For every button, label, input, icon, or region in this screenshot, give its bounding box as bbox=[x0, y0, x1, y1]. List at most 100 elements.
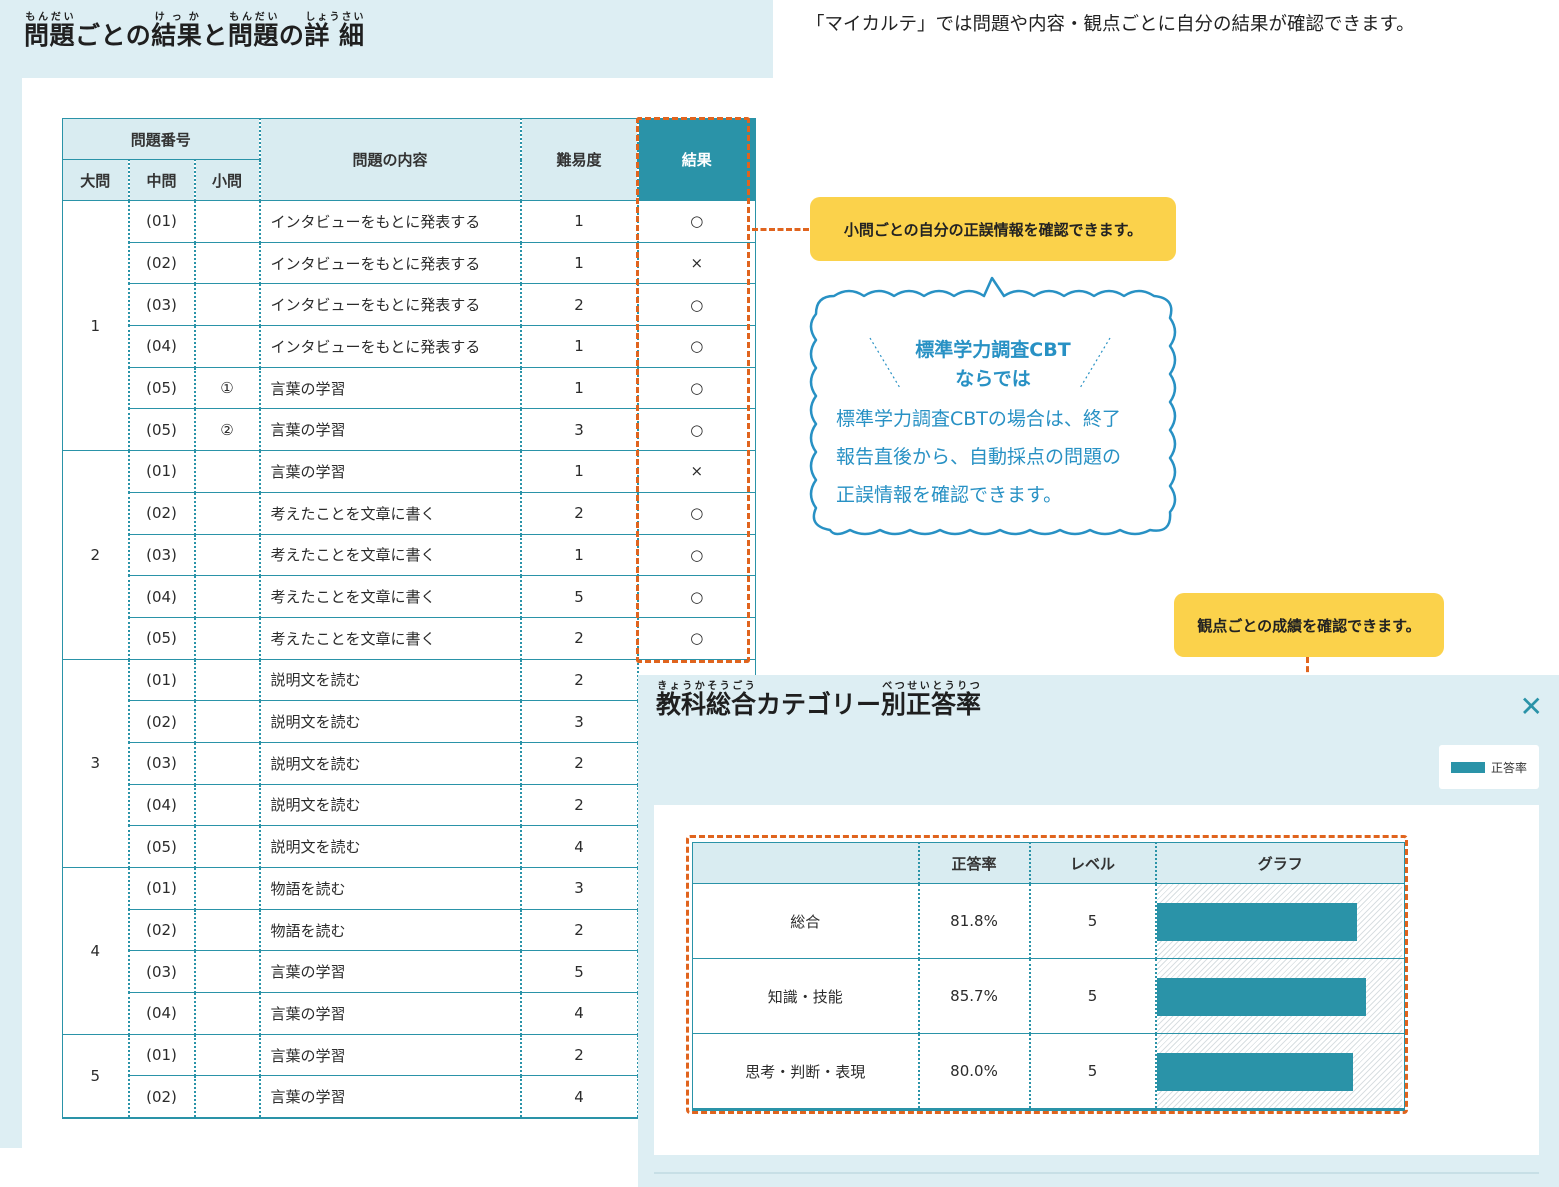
large-question-number: 5 bbox=[62, 1034, 130, 1119]
result-mark: × bbox=[637, 242, 756, 285]
table-row: (05) ② 言葉の学習 3 ○ bbox=[63, 408, 756, 452]
difficulty-value: 2 bbox=[520, 659, 639, 702]
header-question-number: 問題番号 bbox=[62, 118, 261, 160]
medium-question-number: (04) bbox=[128, 784, 196, 827]
result-mark: ○ bbox=[637, 408, 756, 452]
table-row: 思考・判断・表現 80.0% 5 bbox=[692, 1033, 1405, 1110]
graph-cell bbox=[1155, 1033, 1405, 1110]
medium-question-number: (03) bbox=[128, 283, 196, 327]
cloud-body-line: 標準学力調査CBTの場合は、終了 bbox=[836, 408, 1121, 430]
rate-value: 85.7% bbox=[918, 958, 1031, 1034]
difficulty-value: 5 bbox=[520, 950, 639, 994]
callout-connector bbox=[752, 228, 809, 231]
title-word: 問題もんだい bbox=[227, 12, 279, 50]
cloud-body-line: 正誤情報を確認できます。 bbox=[836, 484, 1063, 506]
difficulty-value: 1 bbox=[520, 534, 639, 577]
small-question-number bbox=[194, 242, 261, 285]
difficulty-value: 4 bbox=[520, 1075, 639, 1119]
small-question-number bbox=[194, 742, 261, 785]
medium-question-number: (05) bbox=[128, 408, 196, 452]
question-content: 考えたことを文章に書く bbox=[259, 492, 522, 535]
bar-track bbox=[1156, 1034, 1402, 1108]
small-question-number bbox=[194, 617, 261, 660]
large-question-number: 3 bbox=[62, 659, 130, 869]
difficulty-value: 1 bbox=[520, 242, 639, 285]
header-result: 結果 bbox=[637, 118, 756, 201]
header-small: 小問 bbox=[194, 159, 261, 201]
question-content: 説明文を読む bbox=[259, 742, 522, 785]
question-content: 物語を読む bbox=[259, 909, 522, 952]
small-question-number bbox=[194, 950, 261, 994]
level-value: 5 bbox=[1029, 958, 1157, 1034]
title-word: ごとの bbox=[75, 21, 152, 50]
question-content: 説明文を読む bbox=[259, 825, 522, 868]
difficulty-value: 2 bbox=[520, 909, 639, 952]
ptitle-word: 教科総合きょうかそうごう bbox=[656, 681, 757, 719]
small-question-number bbox=[194, 325, 261, 368]
table-row: 総合 81.8% 5 bbox=[692, 883, 1405, 959]
question-content: 言葉の学習 bbox=[259, 950, 522, 994]
cloud-body: 標準学力調査CBTの場合は、終了 報告直後から、自動採点の問題の 正誤情報を確認… bbox=[836, 400, 1156, 514]
question-content: 言葉の学習 bbox=[259, 1075, 522, 1119]
medium-question-number: (03) bbox=[128, 742, 196, 785]
question-content: 説明文を読む bbox=[259, 700, 522, 743]
table-row: (04) 考えたことを文章に書く 5 ○ bbox=[63, 575, 756, 618]
difficulty-value: 5 bbox=[520, 575, 639, 618]
medium-question-number: (01) bbox=[128, 450, 196, 493]
category-name: 知識・技能 bbox=[692, 958, 920, 1034]
large-question-number: 1 bbox=[62, 200, 130, 452]
difficulty-value: 1 bbox=[520, 367, 639, 410]
difficulty-value: 2 bbox=[520, 784, 639, 827]
difficulty-value: 3 bbox=[520, 700, 639, 743]
result-mark: ○ bbox=[637, 367, 756, 410]
small-question-number bbox=[194, 784, 261, 827]
small-question-number bbox=[194, 492, 261, 535]
result-mark: ○ bbox=[637, 575, 756, 618]
title-word: 結果けっか bbox=[151, 12, 203, 50]
category-name: 総合 bbox=[692, 883, 920, 959]
bar-track bbox=[1156, 959, 1402, 1033]
popup-title: 教科総合きょうかそうごうカテゴリー別べつ正答率せいとうりつ bbox=[656, 681, 981, 720]
intro-caption: 「マイカルテ」では問題や内容・観点ごとに自分の結果が確認できます。 bbox=[806, 14, 1415, 35]
callout-small-question: 小問ごとの自分の正誤情報を確認できます。 bbox=[810, 197, 1176, 261]
callout-perspective: 観点ごとの成績を確認できます。 bbox=[1174, 593, 1444, 657]
table-row: 2 (01) 言葉の学習 1 × bbox=[62, 450, 756, 660]
title-word: 問題もんだい bbox=[24, 12, 76, 50]
result-mark: × bbox=[637, 450, 756, 493]
result-mark: ○ bbox=[637, 200, 756, 243]
medium-question-number: (04) bbox=[128, 992, 196, 1035]
rate-bar bbox=[1156, 903, 1357, 941]
question-content: 言葉の学習 bbox=[259, 1034, 522, 1077]
ptitle-word: 別べつ bbox=[881, 681, 907, 719]
table-row: (03) インタビューをもとに発表する 2 ○ bbox=[63, 283, 756, 327]
cloud-body-line: 報告直後から、自動採点の問題の bbox=[836, 446, 1122, 468]
question-content: 物語を読む bbox=[259, 867, 522, 910]
question-content: 言葉の学習 bbox=[259, 992, 522, 1035]
table-row: 1 (01) インタビューをもとに発表する 1 ○ bbox=[62, 200, 756, 452]
difficulty-value: 1 bbox=[520, 450, 639, 493]
graph-cell bbox=[1155, 958, 1405, 1034]
table-row: 知識・技能 85.7% 5 bbox=[692, 958, 1405, 1034]
small-question-number: ② bbox=[194, 408, 261, 452]
medium-question-number: (03) bbox=[128, 950, 196, 994]
difficulty-value: 2 bbox=[520, 283, 639, 327]
medium-question-number: (03) bbox=[128, 534, 196, 577]
difficulty-value: 2 bbox=[520, 1034, 639, 1077]
question-content: 考えたことを文章に書く bbox=[259, 575, 522, 618]
small-question-number bbox=[194, 1034, 261, 1077]
popup-divider bbox=[654, 1172, 1539, 1174]
difficulty-value: 3 bbox=[520, 867, 639, 910]
cloud-title-line2: ならでは bbox=[955, 368, 1031, 390]
question-content: 考えたことを文章に書く bbox=[259, 534, 522, 577]
rate-bar bbox=[1156, 978, 1367, 1016]
table-row: (03) 考えたことを文章に書く 1 ○ bbox=[63, 534, 756, 577]
large-question-number: 4 bbox=[62, 867, 130, 1035]
header-content: 問題の内容 bbox=[259, 118, 522, 201]
title-word: と bbox=[202, 21, 228, 50]
question-content: インタビューをもとに発表する bbox=[259, 242, 522, 285]
question-content: 説明文を読む bbox=[259, 784, 522, 827]
medium-question-number: (02) bbox=[128, 1075, 196, 1119]
title-word: の bbox=[278, 21, 305, 50]
medium-question-number: (04) bbox=[128, 575, 196, 618]
close-icon[interactable]: ✕ bbox=[1520, 693, 1543, 721]
